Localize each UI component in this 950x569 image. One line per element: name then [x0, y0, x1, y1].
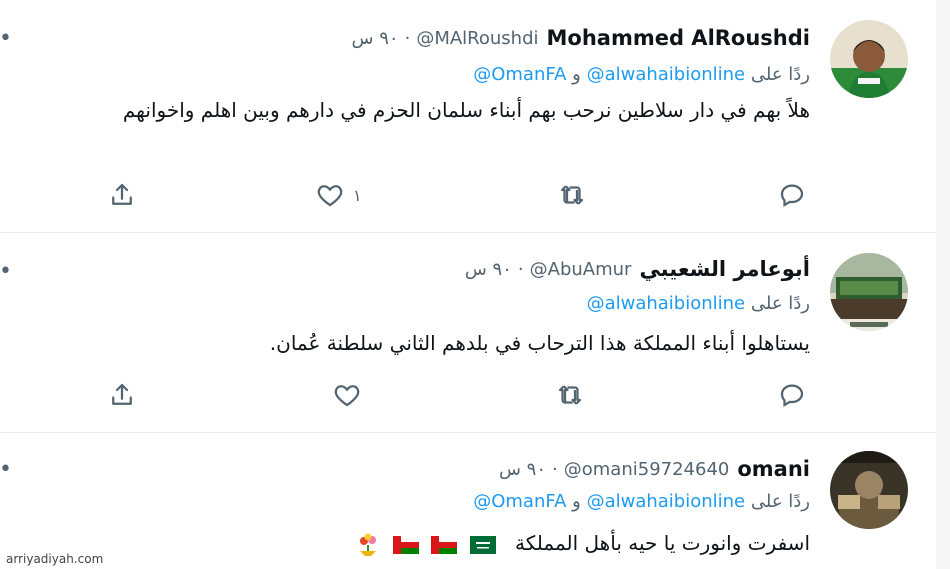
- reply-prefix: ردًا على: [750, 64, 810, 85]
- timestamp[interactable]: ٩٠ س: [499, 459, 546, 480]
- reply-prefix: ردًا على: [750, 293, 810, 314]
- more-options-icon[interactable]: •: [0, 459, 12, 481]
- replying-to: ردًا على @alwahaibionline: [587, 293, 810, 314]
- more-options-icon[interactable]: •: [0, 28, 12, 50]
- mention-link[interactable]: @alwahaibionline: [587, 64, 746, 85]
- reply-button[interactable]: [777, 375, 807, 415]
- tweet-text-content: اسفرت وانورت يا حيه بأهل المملكة: [515, 531, 810, 555]
- reply-icon: [780, 384, 804, 407]
- separator-dot: ·: [517, 258, 524, 280]
- oman-flag-icon: [431, 535, 458, 554]
- reply-button[interactable]: [777, 175, 807, 215]
- reply-icon: [780, 184, 804, 207]
- tweet-text: يستاهلوا أبناء المملكة هذا الترحاب في بل…: [269, 331, 810, 355]
- saudi-flag-icon: [469, 535, 496, 554]
- retweet-icon: [558, 385, 582, 405]
- user-handle[interactable]: @AbuAmur: [530, 259, 632, 280]
- watermark: arriyadiyah.com: [6, 552, 104, 566]
- tweet-text: اسفرت وانورت يا حيه بأهل المملكة: [110, 525, 810, 562]
- tweet-header: Mohammed AlRoushdi @MAlRoushdi · ٩٠ س: [352, 24, 810, 52]
- user-handle[interactable]: @omani59724640: [564, 459, 730, 480]
- tweet-header: أبوعامر الشعيبي @AbuAmur · ٩٠ س: [465, 255, 810, 283]
- tweet-text: هلاً بهم في دار سلاطين نرحب بهم أبناء سل…: [122, 98, 810, 122]
- avatar[interactable]: [830, 253, 908, 331]
- mention-link[interactable]: @alwahaibionline: [587, 491, 746, 512]
- share-icon: [112, 183, 132, 205]
- share-button[interactable]: [107, 175, 137, 215]
- display-name[interactable]: أبوعامر الشعيبي: [639, 257, 810, 281]
- flowers-icon: [359, 533, 376, 556]
- like-icon: [317, 185, 343, 207]
- share-button[interactable]: [107, 375, 137, 415]
- display-name[interactable]: omani: [737, 457, 810, 481]
- like-count: ١: [353, 185, 362, 205]
- timestamp[interactable]: ٩٠ س: [465, 259, 512, 280]
- reply-thread: Mohammed AlRoushdi @MAlRoushdi · ٩٠ س • …: [0, 0, 950, 569]
- oman-flag-icon: [392, 535, 419, 554]
- avatar[interactable]: [830, 20, 908, 98]
- tweet[interactable]: omani @omani59724640 · ٩٠ س • ردًا على @…: [0, 433, 936, 569]
- replying-to: ردًا على @alwahaibionline و @OmanFA: [473, 491, 810, 512]
- action-bar: [0, 375, 936, 415]
- reply-prefix: ردًا على: [750, 491, 810, 512]
- separator-dot: ·: [404, 27, 411, 49]
- reply-joiner: و: [572, 64, 581, 85]
- more-options-icon[interactable]: •: [0, 261, 12, 283]
- share-icon: [112, 383, 132, 405]
- separator-dot: ·: [552, 458, 558, 480]
- like-icon: [334, 385, 360, 407]
- action-bar: ١: [0, 175, 936, 215]
- replying-to: ردًا على @alwahaibionline و @OmanFA: [473, 64, 810, 85]
- mention-link[interactable]: @alwahaibionline: [587, 293, 746, 314]
- retweet-button[interactable]: [555, 375, 585, 415]
- like-button[interactable]: ١: [305, 175, 362, 215]
- user-handle[interactable]: @MAlRoushdi: [416, 28, 538, 49]
- mention-link[interactable]: @OmanFA: [473, 491, 566, 512]
- tweet-header: omani @omani59724640 · ٩٠ س: [499, 455, 810, 483]
- like-button[interactable]: [332, 375, 362, 415]
- mention-link[interactable]: @OmanFA: [473, 64, 566, 85]
- emoji-row: [352, 531, 499, 556]
- retweet-icon: [560, 185, 584, 205]
- retweet-button[interactable]: [557, 175, 587, 215]
- timestamp[interactable]: ٩٠ س: [352, 28, 399, 49]
- reply-joiner: و: [572, 491, 581, 512]
- tweet[interactable]: أبوعامر الشعيبي @AbuAmur · ٩٠ س • ردًا ع…: [0, 233, 936, 432]
- display-name[interactable]: Mohammed AlRoushdi: [547, 26, 810, 50]
- tweet[interactable]: Mohammed AlRoushdi @MAlRoushdi · ٩٠ س • …: [0, 0, 936, 232]
- avatar[interactable]: [830, 451, 908, 529]
